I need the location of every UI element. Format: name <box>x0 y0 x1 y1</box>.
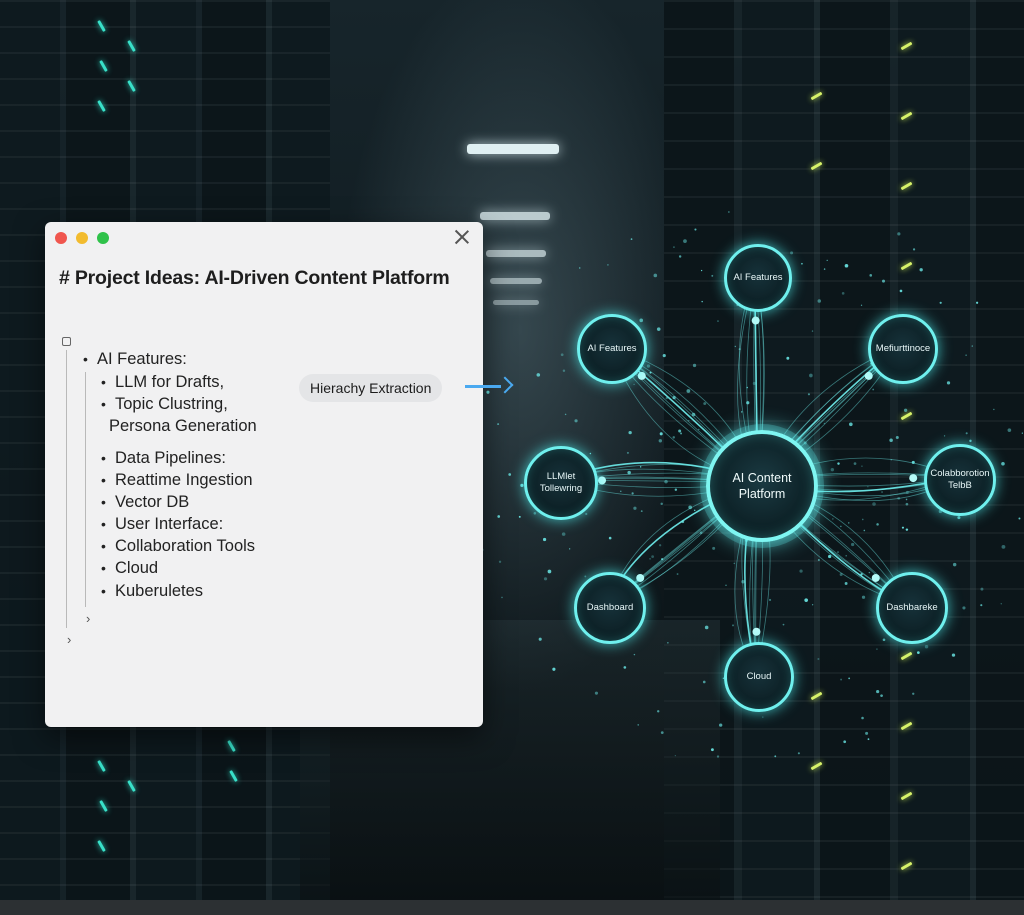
list-item[interactable]: Reattime Ingestion <box>115 470 253 490</box>
bullet: • <box>101 538 106 554</box>
arrow-right-icon <box>465 385 501 388</box>
mind-map-center-node[interactable]: AI Content Platform <box>706 430 818 542</box>
list-item[interactable]: AI Features: <box>97 349 187 369</box>
mind-map-node[interactable]: Cloud <box>724 642 794 712</box>
ceiling-light <box>480 212 550 220</box>
node-label: AI Features <box>587 343 637 354</box>
ceiling-light <box>467 144 559 154</box>
node-label: LLMlet Tollewring <box>539 471 583 494</box>
indent-guide <box>66 350 67 628</box>
mind-map-node[interactable]: Dashboard <box>574 572 646 644</box>
list-item[interactable]: Collaboration Tools <box>115 536 255 556</box>
center-node-label: AI Content Platform <box>732 471 792 501</box>
checkbox-icon[interactable] <box>62 337 71 346</box>
ceiling-light <box>490 278 542 284</box>
chevron-right-icon[interactable]: › <box>67 633 71 647</box>
mind-map-node[interactable]: AI Features <box>577 314 647 384</box>
node-label: Dashboard <box>586 602 634 613</box>
mind-map-node[interactable]: Dashbareke <box>876 572 948 644</box>
bullet: • <box>101 583 106 599</box>
bullet: • <box>101 374 106 390</box>
bullet: • <box>101 494 106 510</box>
bullet: • <box>101 560 106 576</box>
mind-map-node[interactable]: Mefiurttinoce <box>868 314 938 384</box>
bullet: • <box>101 396 106 412</box>
list-item[interactable]: Vector DB <box>115 492 189 512</box>
window-close-dot[interactable] <box>55 232 67 244</box>
bullet: • <box>101 516 106 532</box>
list-item[interactable]: Data Pipelines: <box>115 448 226 468</box>
list-item[interactable]: User Interface: <box>115 514 223 534</box>
bullet: • <box>101 472 106 488</box>
list-item[interactable]: Cloud <box>115 558 158 578</box>
window-zoom-dot[interactable] <box>97 232 109 244</box>
editor-window: # Project Ideas: AI-Driven Content Platf… <box>45 222 483 727</box>
node-label: AI Features <box>733 272 783 283</box>
bullet: • <box>101 450 106 466</box>
window-minimize-dot[interactable] <box>76 232 88 244</box>
document-title: # Project Ideas: AI-Driven Content Platf… <box>59 267 450 289</box>
window-titlebar <box>45 222 483 256</box>
list-item[interactable]: Topic Clustring, <box>115 394 228 414</box>
mind-map-node[interactable]: Colabborotion TelbB <box>924 444 996 516</box>
bullet: • <box>83 351 88 367</box>
mind-map-node[interactable]: AI Features <box>724 244 792 312</box>
hierarchy-extraction-label: Hierachy Extraction <box>299 374 443 402</box>
bottom-bar <box>0 900 1024 915</box>
node-label: Mefiurttinoce <box>875 343 931 354</box>
node-label: Cloud <box>746 671 772 682</box>
list-item[interactable]: Persona Generation <box>109 416 257 436</box>
list-item[interactable]: Kuberuletes <box>115 581 203 601</box>
mind-map-node[interactable]: LLMlet Tollewring <box>524 446 598 520</box>
chevron-right-icon[interactable]: › <box>86 612 90 626</box>
indent-guide <box>85 372 86 607</box>
node-label: Dashbareke <box>886 602 938 613</box>
list-item[interactable]: LLM for Drafts, <box>115 372 224 392</box>
node-label: Colabborotion TelbB <box>930 468 990 491</box>
ceiling-light <box>486 250 546 257</box>
close-icon[interactable] <box>453 228 471 246</box>
ceiling-light <box>493 300 539 305</box>
